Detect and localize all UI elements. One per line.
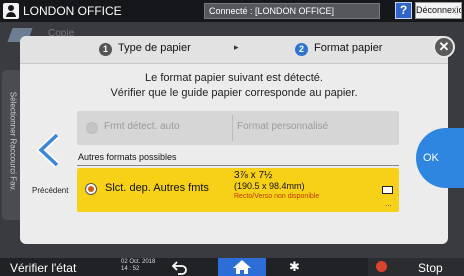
paper-size-value: 3⅞ x 7½ <box>234 170 273 181</box>
check-status-button[interactable]: Vérifier l'état <box>10 260 76 276</box>
home-icon <box>233 260 251 274</box>
step-separator-icon: ▸ <box>234 42 239 52</box>
previous-button-label[interactable]: Précédent <box>32 186 68 195</box>
back-icon[interactable] <box>172 259 188 275</box>
other-format-radio[interactable] <box>85 183 97 195</box>
settings-gear-icon[interactable]: ✱ <box>289 260 300 274</box>
date-text: 02 Oct. 2018 <box>121 259 156 265</box>
detection-message: Le format papier suivant est détecté. <box>145 72 323 84</box>
connection-status: Connecté : [LONDON OFFICE] <box>204 3 380 19</box>
step-2-number: 2 <box>295 43 308 56</box>
device-name: LONDON OFFICE <box>23 4 122 18</box>
step-2-label: Format papier <box>314 42 383 54</box>
other-formats-heading: Autres formats possibles <box>78 152 177 162</box>
help-button[interactable]: ? <box>395 2 412 19</box>
duplex-unavailable-note: Recto/Verso non disponible <box>234 193 320 200</box>
close-button[interactable]: ✕ <box>433 36 455 58</box>
step-1-number: 1 <box>99 43 112 56</box>
custom-size-option: Format personnalisé <box>237 121 329 132</box>
guide-instruction: Vérifier que le guide papier corresponde… <box>110 87 358 99</box>
auto-detect-radio <box>86 122 98 134</box>
date-time: 02 Oct. 2018 14 : 52 <box>121 259 155 273</box>
auto-detect-label: Frmt détect. auto <box>104 121 180 132</box>
step-1-label: Type de papier <box>118 42 191 54</box>
stop-label: Stop <box>418 261 443 275</box>
other-format-label: Slct. dep. Autres fmts <box>105 182 209 194</box>
section-divider <box>77 165 399 166</box>
energy-saver-icon[interactable]: ☾ <box>452 3 464 19</box>
user-icon[interactable] <box>3 3 19 19</box>
time-text: 14 : 52 <box>121 266 140 272</box>
previous-chevron-icon[interactable] <box>31 132 67 168</box>
stop-icon <box>376 261 387 272</box>
more-options-indicator: ... <box>385 199 392 208</box>
favorites-side-tab-label: Sélectionner Raccourci Fav. <box>8 91 18 192</box>
paper-size-mm: (190.5 x 98.4mm) <box>234 181 305 191</box>
paper-orientation-icon <box>382 186 393 194</box>
option-divider <box>232 115 233 141</box>
